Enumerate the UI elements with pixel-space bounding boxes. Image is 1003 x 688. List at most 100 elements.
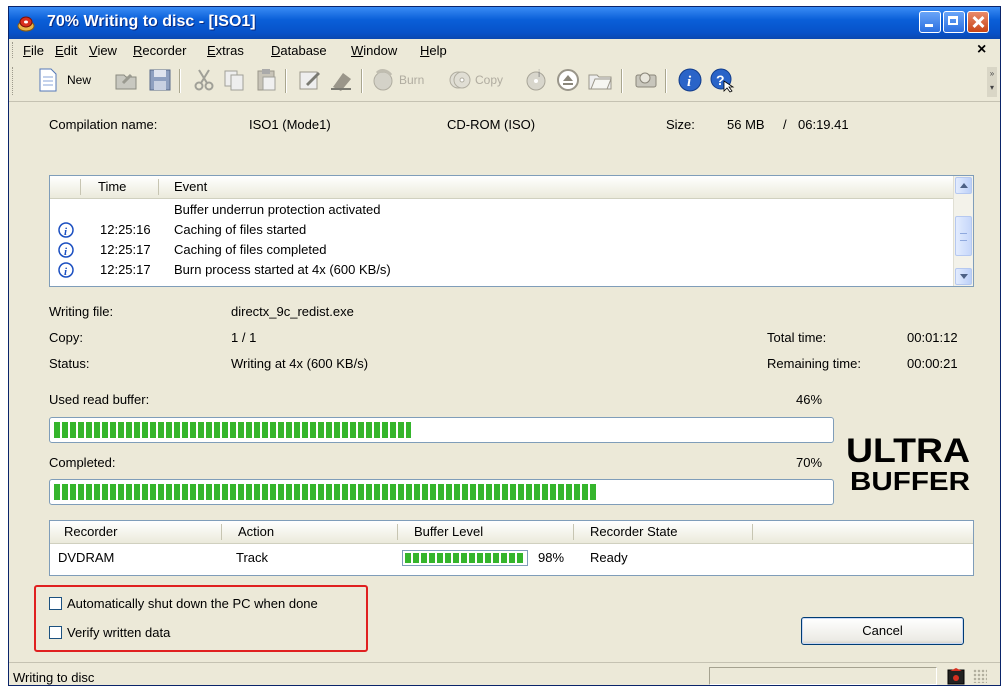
mdi-close-icon[interactable]: × <box>977 41 986 59</box>
about-info-icon[interactable]: i <box>677 67 703 93</box>
total-time-label: Total time: <box>767 330 827 345</box>
paste-icon[interactable] <box>253 67 279 93</box>
verify-checkbox-label[interactable]: Verify written data <box>67 625 170 640</box>
column-separator[interactable] <box>573 524 574 540</box>
column-separator[interactable] <box>158 179 159 195</box>
copy-icon[interactable] <box>221 67 247 93</box>
size-label: Size: <box>666 117 695 132</box>
menu-file[interactable]: File <box>23 43 44 58</box>
completed-percent: 70% <box>796 455 823 470</box>
copy-value: 1 / 1 <box>231 330 257 345</box>
burning-rom-icon <box>947 668 965 685</box>
log-scrollbar[interactable] <box>953 176 973 286</box>
shutdown-checkbox[interactable] <box>49 597 62 610</box>
edit-properties-icon[interactable] <box>297 67 323 93</box>
completed-progress-bar <box>49 479 834 505</box>
scroll-down-icon[interactable] <box>955 268 972 285</box>
completed-progress-fill <box>54 484 597 500</box>
log-event: Burn process started at 4x (600 KB/s) <box>174 262 391 277</box>
save-icon[interactable] <box>147 67 173 93</box>
toolbar-separator <box>361 69 363 93</box>
completed-label: Completed: <box>49 455 116 470</box>
event-column-header[interactable]: Event <box>174 179 207 194</box>
read-buffer-progress-fill <box>54 422 411 438</box>
remaining-time-value: 00:00:21 <box>907 356 958 371</box>
recorder-list-header: Recorder Action Buffer Level Recorder St… <box>50 521 973 544</box>
compilation-name-value: ISO1 (Mode1) <box>249 117 331 132</box>
eject-icon[interactable] <box>555 67 581 93</box>
open-arrow-icon[interactable] <box>113 67 139 93</box>
log-event: Caching of files started <box>174 222 307 237</box>
compilation-name-label: Compilation name: <box>49 117 158 132</box>
recorder-column-header[interactable]: Recorder <box>64 524 117 539</box>
close-button[interactable] <box>967 11 989 33</box>
erase-disc-icon[interactable] <box>329 67 355 93</box>
column-separator[interactable] <box>80 179 81 195</box>
burn-button-label[interactable]: Burn <box>399 73 424 87</box>
total-time-value: 00:01:12 <box>907 330 958 345</box>
copy-button-label[interactable]: Copy <box>475 73 503 87</box>
time-column-header[interactable]: Time <box>98 179 126 194</box>
window-title: 70% Writing to disc - [ISO1] <box>47 13 256 30</box>
cut-icon[interactable] <box>191 67 217 93</box>
copy-label: Copy: <box>49 330 83 345</box>
log-time: 12:25:17 <box>100 262 151 277</box>
minimize-button[interactable] <box>919 11 941 33</box>
logo-line-1: ULTRA <box>846 432 970 470</box>
resize-grip[interactable] <box>973 669 987 683</box>
scroll-up-icon[interactable] <box>955 177 972 194</box>
status-label: Status: <box>49 356 90 371</box>
remaining-time-label: Remaining time: <box>767 356 861 371</box>
help-pointer-icon[interactable]: ? <box>709 67 735 93</box>
menu-extras[interactable]: Extras <box>207 43 244 58</box>
event-log[interactable]: Time Event Buffer underrun protection ac… <box>49 175 974 287</box>
menu-help[interactable]: Help <box>420 43 447 58</box>
title-bar[interactable]: 70% Writing to disc - [ISO1] <box>9 7 1000 39</box>
column-separator[interactable] <box>397 524 398 540</box>
menubar-grip[interactable] <box>12 42 16 58</box>
toolbar-separator <box>179 69 181 93</box>
recorder-list[interactable]: Recorder Action Buffer Level Recorder St… <box>49 520 974 576</box>
open-folder-icon[interactable] <box>587 67 613 93</box>
size-separator: / <box>783 117 787 132</box>
info-icon: i <box>58 242 74 258</box>
verify-checkbox[interactable] <box>49 626 62 639</box>
disc-info-icon[interactable]: i <box>523 67 549 93</box>
menu-recorder[interactable]: Recorder <box>133 43 186 58</box>
log-row: i 12:25:17 Caching of files completed <box>50 240 950 260</box>
log-row: Buffer underrun protection activated <box>50 200 950 220</box>
log-time: 12:25:16 <box>100 222 151 237</box>
burn-icon[interactable] <box>371 67 397 93</box>
menu-edit[interactable]: Edit <box>55 43 77 58</box>
toolbar-separator <box>665 69 667 93</box>
column-separator[interactable] <box>752 524 753 540</box>
log-time: 12:25:17 <box>100 242 151 257</box>
cancel-button[interactable]: Cancel <box>801 617 964 645</box>
copy-disc-icon[interactable] <box>447 67 473 93</box>
status-value: Writing at 4x (600 KB/s) <box>231 356 369 371</box>
toolbar: New Burn Copy i i ? » ▾ <box>9 61 1000 102</box>
recorder-state-column-header[interactable]: Recorder State <box>590 524 677 539</box>
scroll-thumb[interactable] <box>955 216 972 256</box>
column-separator[interactable] <box>221 524 222 540</box>
recorder-drive-icon[interactable] <box>633 67 659 93</box>
new-button-label[interactable]: New <box>67 73 91 87</box>
new-document-icon[interactable] <box>35 67 61 93</box>
shutdown-checkbox-label[interactable]: Automatically shut down the PC when done <box>67 596 318 611</box>
menu-view[interactable]: View <box>89 43 117 58</box>
menu-window[interactable]: Window <box>351 43 397 58</box>
toolbar-grip[interactable] <box>12 67 16 95</box>
action-column-header[interactable]: Action <box>238 524 274 539</box>
writing-file-label: Writing file: <box>49 304 114 319</box>
compilation-type-value: CD-ROM (ISO) <box>447 117 536 132</box>
toolbar-overflow-icon[interactable]: » ▾ <box>987 67 997 97</box>
app-icon[interactable] <box>17 14 35 32</box>
info-icon: i <box>58 222 74 238</box>
recorder-state: Ready <box>590 550 628 565</box>
log-row: i 12:25:17 Burn process started at 4x (6… <box>50 260 950 280</box>
maximize-button[interactable] <box>943 11 965 33</box>
buffer-level-column-header[interactable]: Buffer Level <box>414 524 483 539</box>
toolbar-separator <box>621 69 623 93</box>
recorder-buffer-fill <box>405 553 523 563</box>
menu-database[interactable]: Database <box>271 43 327 58</box>
